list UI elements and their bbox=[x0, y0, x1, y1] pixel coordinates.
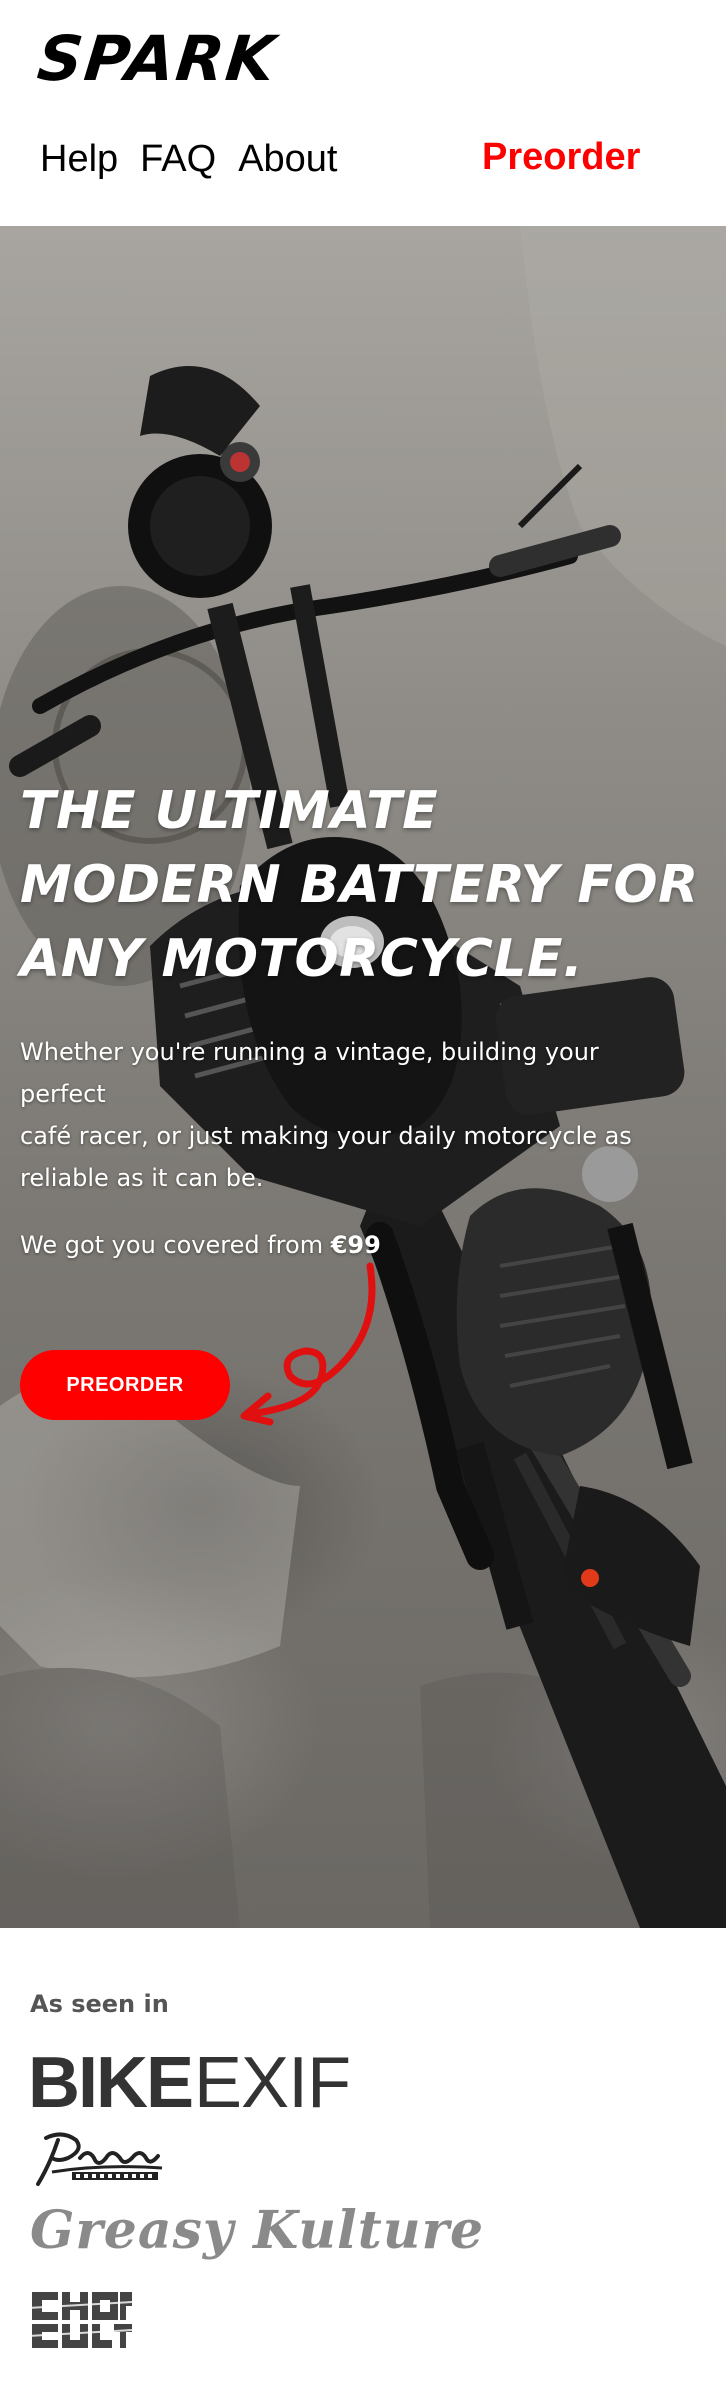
spark-logo[interactable]: SPARK bbox=[34, 22, 280, 95]
main-nav: Help FAQ About bbox=[40, 138, 338, 181]
greasy-kulture-logo[interactable]: Greasy Kulture bbox=[30, 2200, 484, 2261]
bikeexif-logo[interactable]: BIKE EXIF bbox=[28, 2043, 351, 2123]
hero-description: Whether you're running a vintage, buildi… bbox=[20, 1031, 660, 1199]
as-seen-in-title: As seen in bbox=[30, 1990, 169, 2018]
nav-about-link[interactable]: About bbox=[238, 138, 337, 181]
hero-description-line: café racer, or just making your daily mo… bbox=[20, 1122, 632, 1192]
as-seen-in-section: As seen in BIKE EXIF Greasy Kulture bbox=[0, 1928, 726, 2384]
hero-title: THE ULTIMATE MODERN BATTERY FOR ANY MOTO… bbox=[20, 774, 700, 996]
hero-price-line: We got you covered from €99 bbox=[20, 1231, 381, 1259]
site-header: SPARK Help FAQ About Preorder bbox=[0, 0, 726, 226]
curly-arrow-icon bbox=[240, 1262, 376, 1426]
nav-faq-link[interactable]: FAQ bbox=[140, 138, 216, 181]
header-preorder-link[interactable]: Preorder bbox=[482, 136, 640, 179]
hero-title-line: THE ULTIMATE bbox=[20, 781, 439, 841]
hero-section: THE ULTIMATE MODERN BATTERY FOR ANY MOTO… bbox=[0, 226, 726, 1928]
price-prefix: We got you covered from bbox=[20, 1231, 324, 1259]
bikeexif-logo-bike: BIKE bbox=[28, 2043, 194, 2123]
price-value: €99 bbox=[330, 1231, 381, 1259]
chop-cult-logo[interactable] bbox=[28, 2288, 132, 2352]
hero-description-line: Whether you're running a vintage, buildi… bbox=[20, 1038, 599, 1108]
hero-title-line: MODERN BATTERY FOR bbox=[20, 855, 699, 915]
hero-title-line: ANY MOTORCYCLE. bbox=[20, 929, 584, 989]
nav-help-link[interactable]: Help bbox=[40, 138, 118, 181]
pipeburn-logo[interactable] bbox=[32, 2128, 172, 2192]
bikeexif-logo-exif: EXIF bbox=[194, 2043, 351, 2123]
hero-preorder-button[interactable]: PREORDER bbox=[20, 1350, 230, 1420]
